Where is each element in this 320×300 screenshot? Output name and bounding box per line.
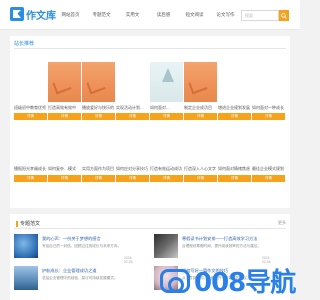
article-title[interactable]: 护航成长：企业管理成功之道 bbox=[42, 268, 96, 274]
article-title[interactable]: 我的心声：一份关于梦想的感言 bbox=[42, 236, 101, 242]
site-logo[interactable]: 作文库 bbox=[10, 6, 56, 22]
card-caption: 打造深入人心文字 bbox=[184, 166, 216, 171]
card-caption: 如何应对分享技巧 bbox=[116, 166, 148, 171]
details-button[interactable]: 详情 bbox=[218, 113, 251, 120]
card-thumbnail bbox=[82, 62, 115, 102]
watermark-text: 008导航 bbox=[194, 268, 296, 298]
watermark: 008导航 bbox=[160, 262, 296, 299]
card-thumbnail bbox=[14, 62, 47, 102]
featured-panel: 站长推荐 班级初中教育优秀 详情 打造高效有效中 详情 播放爱好与快乐的 详情 … bbox=[10, 36, 290, 208]
card-caption: 最佳企业模式规划 bbox=[252, 166, 284, 171]
details-button[interactable]: 详情 bbox=[116, 113, 149, 120]
site-header: 作文库 网站首页 专题范文 实用文 读后感 短文阅读 论文写作 搜索 bbox=[0, 0, 300, 30]
search-button[interactable] bbox=[279, 10, 289, 21]
section-title: 专题范文 bbox=[16, 220, 40, 227]
divider bbox=[14, 228, 286, 229]
divider bbox=[14, 48, 286, 49]
article-date: 2024-02-05 bbox=[124, 256, 133, 264]
nav-item-reviews[interactable]: 读后感 bbox=[148, 0, 179, 30]
more-link[interactable]: 更多 bbox=[278, 220, 286, 226]
details-button[interactable]: 详情 bbox=[184, 175, 217, 182]
nav-item-practical[interactable]: 实用文 bbox=[117, 0, 148, 30]
card-caption: 播放爱好与快乐的 bbox=[82, 105, 114, 110]
card-caption: 如何面对情绪焦虑 bbox=[218, 166, 250, 171]
featured-title: 站长推荐 bbox=[14, 41, 35, 47]
nav-item-topics[interactable]: 专题范文 bbox=[86, 0, 117, 30]
card-caption: 班级初中教育优秀 bbox=[14, 105, 46, 110]
section-title-text: 专题范文 bbox=[20, 221, 41, 227]
card-caption: 实现活动计划… bbox=[116, 105, 144, 110]
logo-text: 作文库 bbox=[26, 10, 56, 22]
details-button[interactable]: 详情 bbox=[14, 175, 47, 182]
details-button[interactable]: 详情 bbox=[48, 113, 81, 120]
search-icon bbox=[281, 12, 287, 19]
nav-item-home[interactable]: 网站首页 bbox=[55, 0, 86, 30]
card-caption: 打造有效运动成功 bbox=[150, 166, 182, 171]
article-desc: 总结企业管理中的经验，探讨可持续发展模式。 bbox=[42, 276, 118, 280]
watermark-logo-icon bbox=[160, 268, 190, 293]
details-button[interactable]: 详情 bbox=[48, 175, 81, 182]
card-thumbnail bbox=[252, 62, 285, 102]
article-title[interactable]: 寒假读书计划安排——打造高效学习方法 bbox=[182, 236, 257, 242]
card-thumbnail bbox=[184, 62, 217, 102]
card-caption: 如何面对一种成长 bbox=[252, 105, 284, 110]
card-thumbnail bbox=[116, 62, 149, 102]
main-nav: 网站首页 专题范文 实用文 读后感 短文阅读 论文写作 bbox=[55, 0, 241, 30]
card-caption: 打造高效有效中 bbox=[48, 105, 76, 110]
details-button[interactable]: 详情 bbox=[82, 113, 115, 120]
nav-item-reading[interactable]: 短文阅读 bbox=[179, 0, 210, 30]
card-caption: 制定企业成功目 bbox=[184, 105, 212, 110]
details-button[interactable]: 详情 bbox=[82, 175, 115, 182]
details-button[interactable]: 详情 bbox=[252, 175, 285, 182]
title-accent-bar bbox=[16, 220, 18, 227]
details-button[interactable]: 详情 bbox=[218, 175, 251, 182]
card-thumbnail bbox=[48, 62, 81, 102]
card-caption: 如何面对… bbox=[150, 105, 170, 110]
details-button[interactable]: 详情 bbox=[14, 113, 47, 120]
details-button[interactable]: 详情 bbox=[150, 175, 183, 182]
details-button[interactable]: 详情 bbox=[116, 175, 149, 182]
card-caption: 播报阳光幸福成长 bbox=[14, 166, 46, 171]
article-thumbnail bbox=[154, 234, 178, 258]
card-thumbnail bbox=[218, 62, 251, 102]
nav-item-thesis[interactable]: 论文写作 bbox=[210, 0, 241, 30]
logo-icon bbox=[10, 7, 24, 21]
article-desc: 合理规划寒假时间，提升阅读效率的方法与建议。 bbox=[182, 244, 262, 248]
article-thumbnail bbox=[14, 234, 38, 258]
card-caption: 实用方面作为项目 bbox=[82, 166, 114, 171]
article-desc: 写给自己的一封信，回顾过往的成长与未来方向。 bbox=[42, 244, 122, 248]
search-input[interactable]: 搜索 bbox=[241, 10, 279, 21]
article-thumbnail bbox=[14, 266, 38, 290]
details-button[interactable]: 详情 bbox=[150, 113, 183, 120]
details-button[interactable]: 详情 bbox=[252, 113, 285, 120]
card-caption: 如何复杂…模式 bbox=[48, 166, 76, 171]
card-caption: 增进企业规划发展 bbox=[218, 105, 250, 110]
details-button[interactable]: 详情 bbox=[184, 113, 217, 120]
card-thumbnail bbox=[150, 62, 183, 102]
